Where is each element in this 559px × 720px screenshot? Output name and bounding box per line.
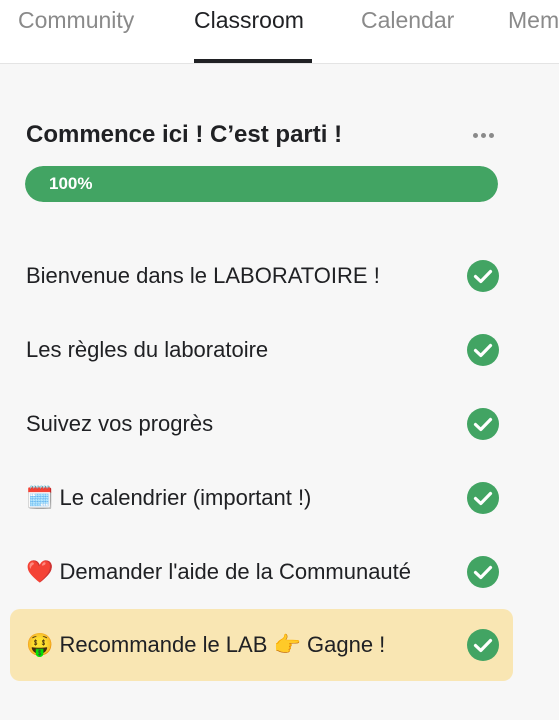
lesson-title: Suivez vos progrès: [26, 411, 214, 436]
more-options-button[interactable]: [464, 122, 502, 148]
check-circle-icon: [467, 408, 499, 440]
check-circle-icon: [467, 556, 499, 588]
progress-bar: 100%: [25, 166, 498, 202]
active-tab-indicator: [194, 59, 312, 63]
lesson-title: Bienvenue dans le LABORATOIRE !: [26, 263, 380, 288]
tab-community[interactable]: Community: [18, 6, 134, 34]
more-dots-icon-dot: [480, 132, 486, 138]
progress-label: 100%: [49, 174, 93, 193]
lesson-item[interactable]: 🗓️ Le calendrier (important !): [10, 462, 513, 534]
lesson-title: 🤑 Recommande le LAB 👉 Gagne !: [26, 632, 386, 657]
tab-members[interactable]: Mem: [508, 6, 559, 34]
top-nav: Community Classroom Calendar Mem: [0, 0, 559, 64]
lesson-item[interactable]: Les règles du laboratoire: [10, 314, 513, 386]
more-dots-icon: [472, 132, 478, 138]
lesson-item[interactable]: Bienvenue dans le LABORATOIRE !: [10, 240, 513, 312]
check-circle-icon: [467, 482, 499, 514]
tab-classroom[interactable]: Classroom: [194, 6, 304, 34]
course-title: Commence ici ! C’est parti !: [26, 121, 343, 148]
lesson-item[interactable]: Suivez vos progrès: [10, 388, 513, 460]
check-circle-icon: [467, 260, 499, 292]
lesson-title: ❤️ Demander l'aide de la Communauté: [26, 559, 412, 584]
lesson-item-selected[interactable]: 🤑 Recommande le LAB 👉 Gagne !: [10, 609, 513, 681]
lesson-title: Les règles du laboratoire: [26, 337, 269, 362]
tab-calendar[interactable]: Calendar: [361, 6, 454, 34]
lesson-title: 🗓️ Le calendrier (important !): [26, 485, 312, 510]
progress-fill: [25, 166, 498, 202]
check-circle-icon: [467, 629, 499, 661]
check-circle-icon: [467, 334, 499, 366]
lesson-item[interactable]: ❤️ Demander l'aide de la Communauté: [10, 536, 513, 608]
more-dots-icon-dot: [488, 132, 494, 138]
